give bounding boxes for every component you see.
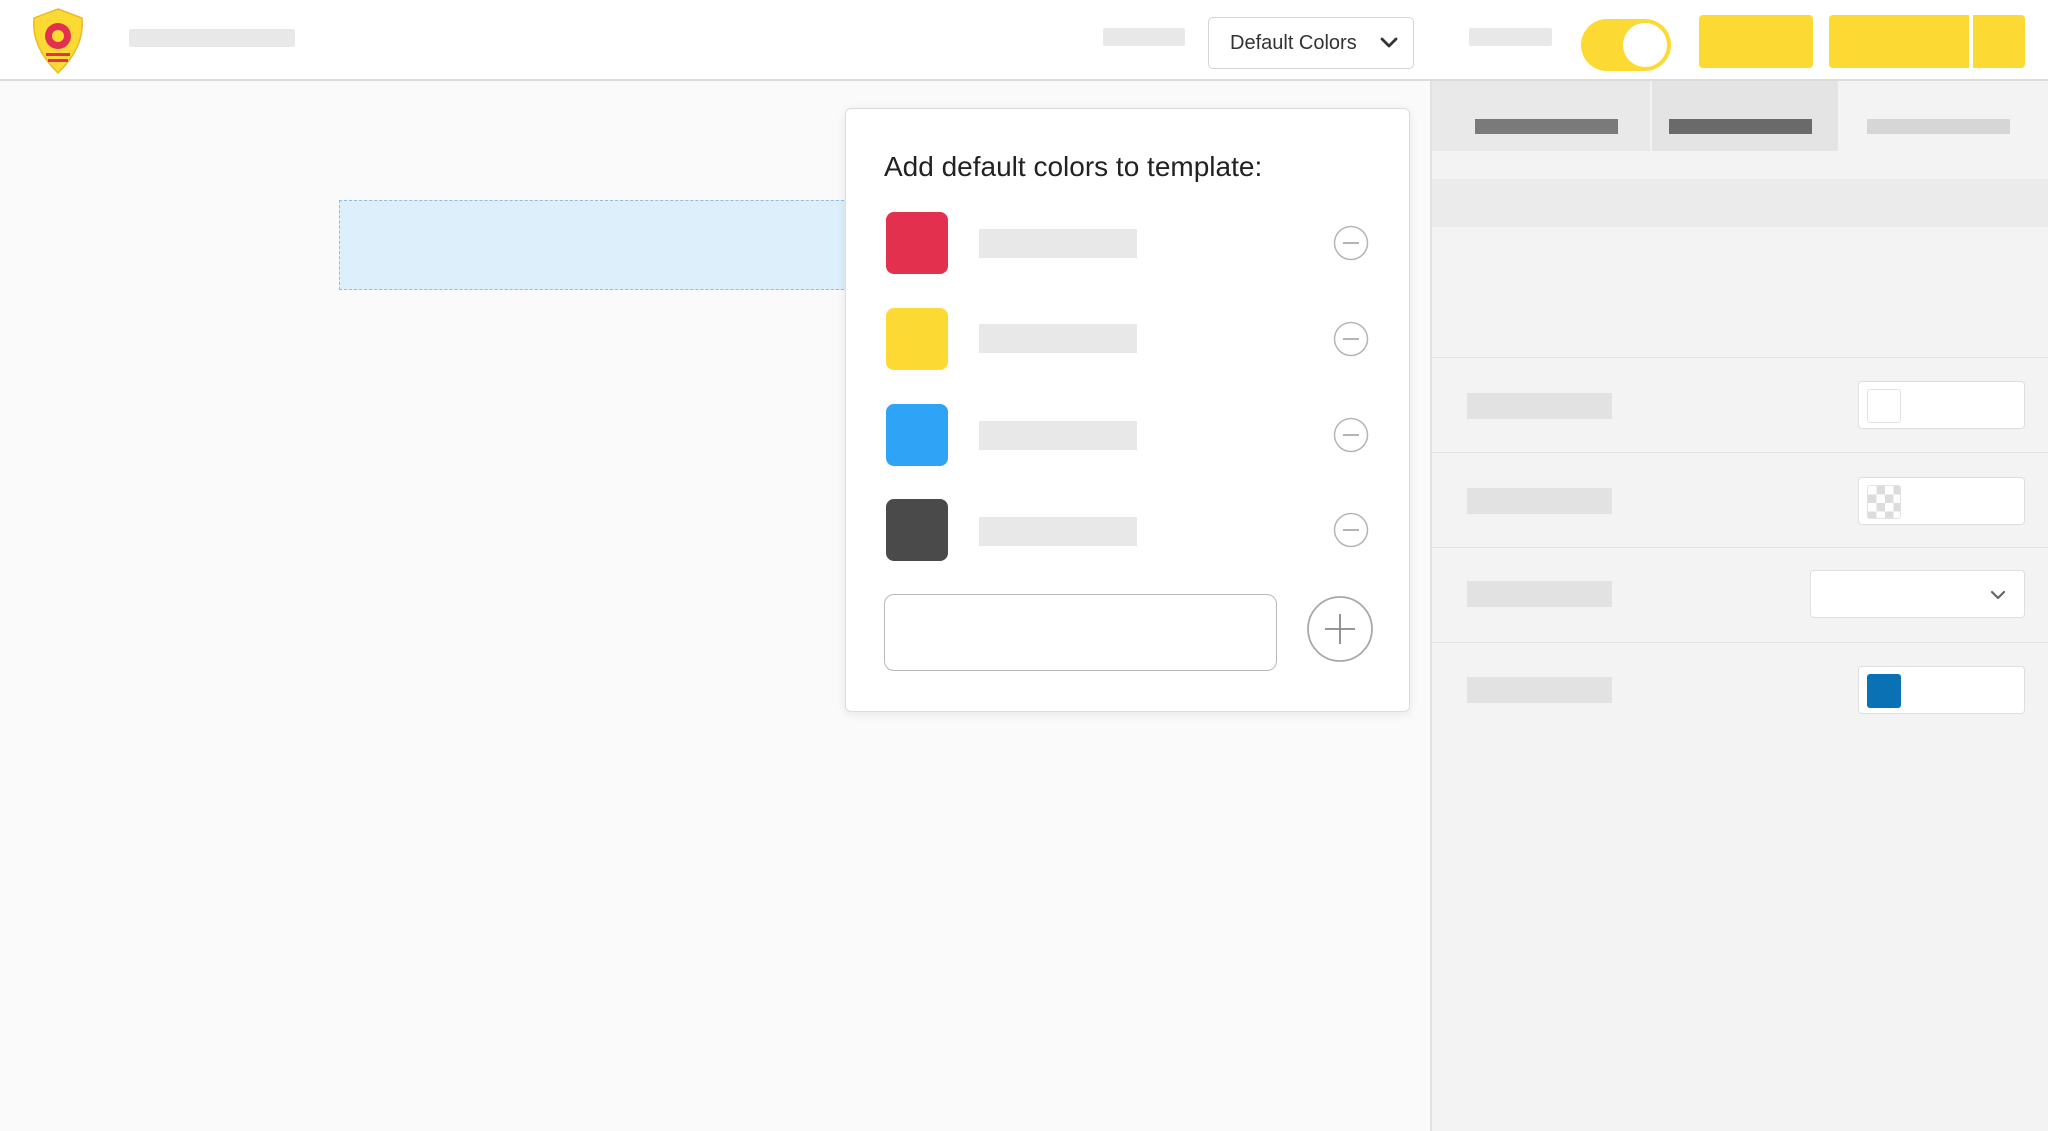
transparent-color-preview bbox=[1867, 485, 1901, 519]
color-swatch-3[interactable] bbox=[886, 404, 948, 466]
top-bar: Default Colors bbox=[0, 0, 2048, 81]
property-row-1 bbox=[1432, 357, 2048, 452]
color-picker-field-1[interactable] bbox=[1858, 381, 2025, 429]
panel-section-header bbox=[1432, 179, 2048, 227]
new-color-input[interactable] bbox=[884, 594, 1277, 671]
color-preview-1 bbox=[1867, 389, 1901, 423]
color-swatch-3-label bbox=[979, 421, 1137, 450]
property-row-2 bbox=[1432, 452, 2048, 547]
color-preview-4 bbox=[1867, 674, 1901, 708]
property-label-2 bbox=[1467, 488, 1612, 514]
toolbar-text-placeholder bbox=[1103, 28, 1185, 46]
color-swatch-4[interactable] bbox=[886, 499, 948, 561]
document-title-placeholder bbox=[129, 29, 295, 47]
preview-button[interactable] bbox=[1699, 15, 1813, 68]
save-button[interactable] bbox=[1829, 15, 1969, 68]
panel-tab-3[interactable] bbox=[1840, 81, 2048, 151]
mode-toggle[interactable] bbox=[1581, 19, 1671, 71]
color-swatch-2[interactable] bbox=[886, 308, 948, 370]
panel-tab-2[interactable] bbox=[1652, 81, 1838, 151]
remove-color-4-icon[interactable] bbox=[1333, 512, 1369, 548]
color-swatch-2-label bbox=[979, 324, 1137, 353]
property-row-4 bbox=[1432, 642, 2048, 737]
chevron-down-icon bbox=[1380, 37, 1398, 48]
toggle-knob bbox=[1623, 23, 1667, 67]
color-swatch-1[interactable] bbox=[886, 212, 948, 274]
properties-panel bbox=[1430, 81, 2048, 1131]
property-label-3 bbox=[1467, 581, 1612, 607]
property-select[interactable] bbox=[1810, 570, 2025, 618]
property-row-3 bbox=[1432, 547, 2048, 642]
popup-title: Add default colors to template: bbox=[884, 151, 1263, 182]
toggle-label-placeholder bbox=[1469, 28, 1552, 46]
color-swatch-4-label bbox=[979, 517, 1137, 546]
color-picker-field-2[interactable] bbox=[1858, 477, 2025, 525]
panel-tab-2-label bbox=[1669, 119, 1812, 134]
panel-tab-3-label bbox=[1867, 119, 2010, 134]
color-swatch-1-label bbox=[979, 229, 1137, 258]
color-picker-field-4[interactable] bbox=[1858, 666, 2025, 714]
remove-color-1-icon[interactable] bbox=[1333, 225, 1369, 261]
selected-block-dropzone[interactable] bbox=[339, 200, 859, 290]
default-colors-dropdown-label: Default Colors bbox=[1230, 31, 1357, 54]
panel-tab-1-label bbox=[1475, 119, 1618, 134]
remove-color-3-icon[interactable] bbox=[1333, 417, 1369, 453]
default-colors-dropdown[interactable]: Default Colors bbox=[1208, 17, 1414, 69]
property-label-1 bbox=[1467, 393, 1612, 419]
chevron-down-icon bbox=[1990, 590, 2006, 600]
save-options-button[interactable] bbox=[1973, 15, 2025, 68]
panel-tab-1[interactable] bbox=[1432, 81, 1650, 151]
app-logo[interactable] bbox=[29, 7, 87, 75]
add-color-icon[interactable] bbox=[1306, 595, 1374, 663]
property-label-4 bbox=[1467, 677, 1612, 703]
default-colors-popup: Add default colors to template: bbox=[845, 108, 1410, 712]
remove-color-2-icon[interactable] bbox=[1333, 321, 1369, 357]
